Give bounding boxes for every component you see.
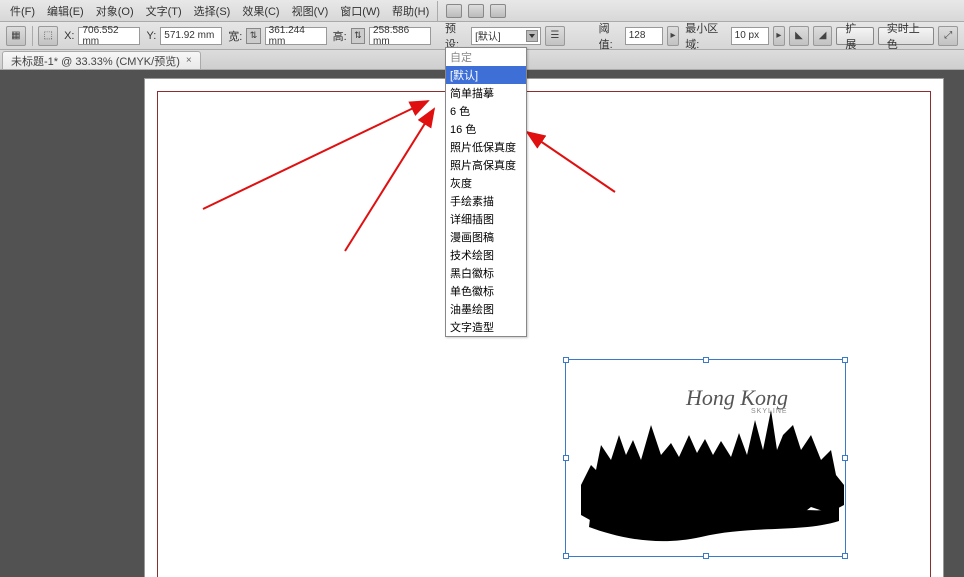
chevron-down-icon (526, 30, 538, 42)
document-tab-title: 未标题-1* @ 33.33% (CMYK/预览) (11, 53, 180, 69)
menu-help[interactable]: 帮助(H) (386, 3, 435, 19)
menu-bar: 件(F) 编辑(E) 对象(O) 文字(T) 选择(S) 效果(C) 视图(V)… (0, 0, 964, 22)
toolbar-icon-2[interactable] (468, 4, 484, 18)
trace-icon-2[interactable]: ◢ (813, 26, 833, 46)
preset-option-9[interactable]: 详细插图 (446, 210, 526, 228)
menu-type[interactable]: 文字(T) (140, 3, 188, 19)
expand-button[interactable]: 扩展 (836, 27, 873, 45)
preset-dropdown-popup: 自定[默认]简单描摹6 色16 色照片低保真度照片高保真度灰度手绘素描详细插图漫… (445, 47, 527, 337)
minarea-stepper-icon[interactable]: ▸ (773, 26, 786, 46)
separator (32, 26, 33, 46)
resize-handle-tr[interactable] (842, 357, 848, 363)
preset-option-0: 自定 (446, 48, 526, 66)
toolbar-icon-1[interactable] (446, 4, 462, 18)
y-field[interactable]: 571.92 mm (160, 27, 222, 45)
close-icon[interactable]: × (186, 55, 192, 66)
minarea-field[interactable]: 10 px (731, 27, 769, 45)
x-field[interactable]: 706.552 mm (78, 27, 140, 45)
threshold-stepper-icon[interactable]: ▸ (667, 26, 680, 46)
link-wh-icon[interactable]: ⇅ (246, 28, 260, 44)
preset-option-10[interactable]: 漫画图稿 (446, 228, 526, 246)
separator (437, 1, 438, 21)
reference-point-icon[interactable]: ▦ (6, 26, 26, 46)
menu-select[interactable]: 选择(S) (188, 3, 237, 19)
menu-file[interactable]: 件(F) (4, 3, 41, 19)
menu-effect[interactable]: 效果(C) (236, 3, 285, 19)
preset-option-11[interactable]: 技术绘图 (446, 246, 526, 264)
preset-option-5[interactable]: 照片低保真度 (446, 138, 526, 156)
trace-icon-1[interactable]: ◣ (789, 26, 809, 46)
resize-handle-tm[interactable] (703, 357, 709, 363)
resize-handle-lm[interactable] (563, 455, 569, 461)
w-field[interactable]: 361.244 mm (265, 27, 327, 45)
threshold-field[interactable]: 128 (625, 27, 663, 45)
resize-handle-tl[interactable] (563, 357, 569, 363)
h-label: 高: (333, 28, 347, 44)
preset-option-1[interactable]: [默认] (446, 66, 526, 84)
y-label: Y: (146, 30, 156, 42)
transform-icon[interactable]: ⬚ (38, 26, 58, 46)
x-label: X: (64, 30, 74, 42)
resize-handle-bl[interactable] (563, 553, 569, 559)
minarea-label: 最小区域: (685, 20, 726, 52)
preset-dropdown[interactable]: [默认] (471, 27, 541, 45)
preset-option-8[interactable]: 手绘素描 (446, 192, 526, 210)
menu-object[interactable]: 对象(O) (90, 3, 140, 19)
h-field[interactable]: 258.586 mm (369, 27, 431, 45)
preset-option-15[interactable]: 文字造型 (446, 318, 526, 336)
preset-option-2[interactable]: 简单描摹 (446, 84, 526, 102)
toolbar-icon-3[interactable] (490, 4, 506, 18)
preset-options-icon[interactable]: ☰ (545, 26, 565, 46)
preset-option-13[interactable]: 单色徽标 (446, 282, 526, 300)
link-wh-icon-2[interactable]: ⇅ (351, 28, 365, 44)
menu-view[interactable]: 视图(V) (286, 3, 335, 19)
preset-option-4[interactable]: 16 色 (446, 120, 526, 138)
menu-window[interactable]: 窗口(W) (334, 3, 386, 19)
artwork-title: Hong Kong (685, 385, 788, 410)
threshold-label: 阈值: (599, 20, 621, 52)
placed-image[interactable]: Hong Kong SKYLINE (571, 365, 844, 555)
end-icon[interactable]: ⤢ (938, 26, 958, 46)
preset-option-7[interactable]: 灰度 (446, 174, 526, 192)
artwork-subtitle: SKYLINE (751, 408, 788, 415)
artboard[interactable]: Hong Kong SKYLINE (144, 78, 944, 577)
livecolor-button[interactable]: 实时上色 (878, 27, 935, 45)
preset-value: [默认] (475, 28, 501, 43)
document-tab[interactable]: 未标题-1* @ 33.33% (CMYK/预览) × (2, 51, 201, 69)
options-toolbar: ▦ ⬚ X: 706.552 mm Y: 571.92 mm 宽: ⇅ 361.… (0, 22, 964, 50)
preset-option-6[interactable]: 照片高保真度 (446, 156, 526, 174)
w-label: 宽: (228, 28, 242, 44)
preset-option-14[interactable]: 油墨绘图 (446, 300, 526, 318)
preset-option-12[interactable]: 黑白徽标 (446, 264, 526, 282)
preset-option-3[interactable]: 6 色 (446, 102, 526, 120)
menu-edit[interactable]: 编辑(E) (41, 3, 90, 19)
